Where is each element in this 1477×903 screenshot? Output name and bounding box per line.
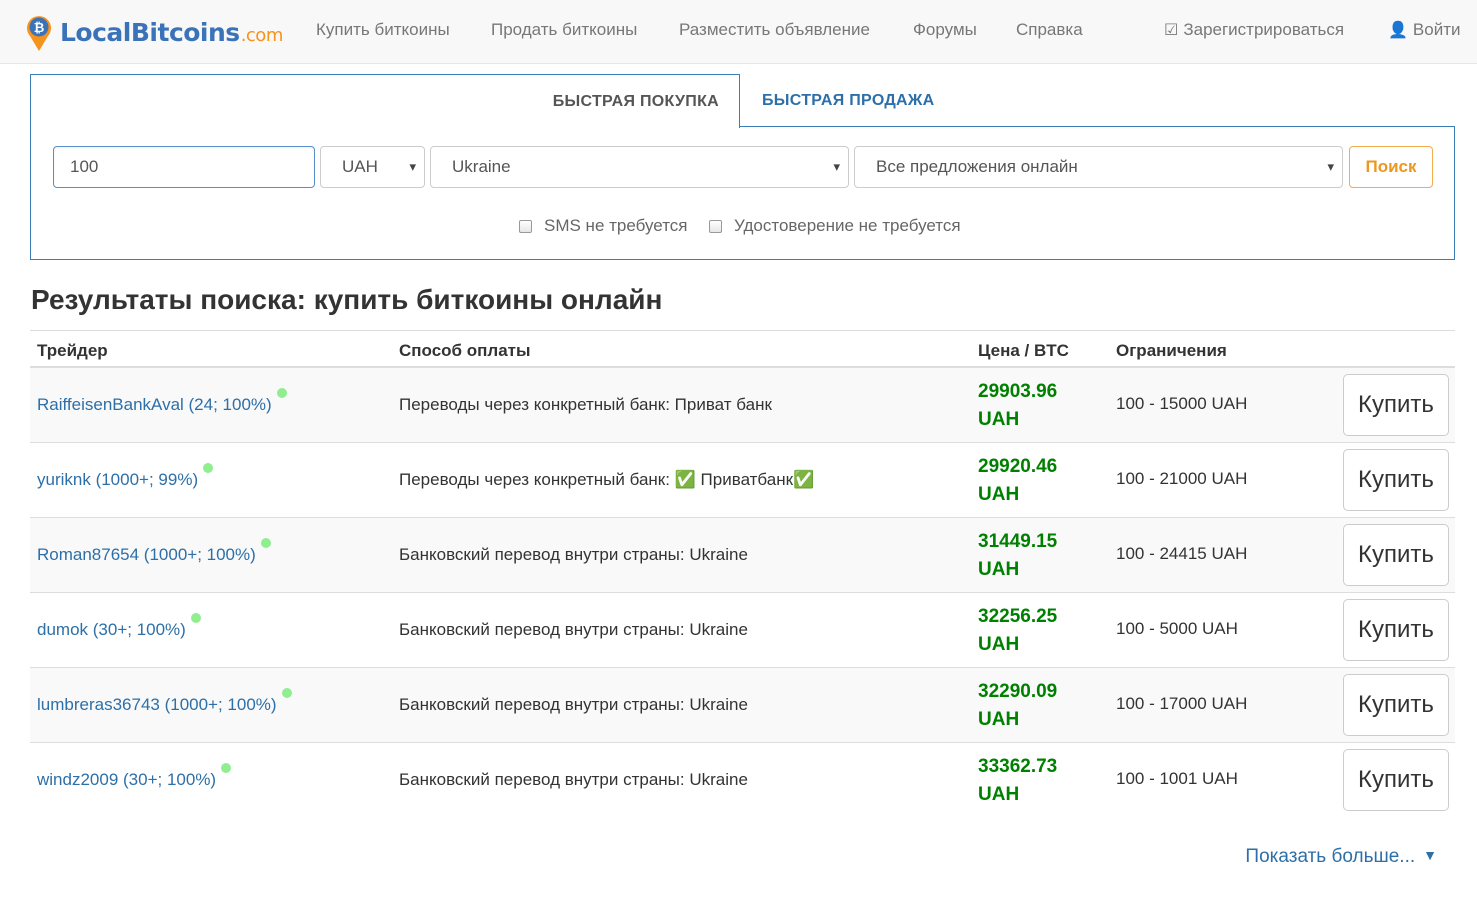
limits: 100 - 21000 UAH <box>1116 469 1248 488</box>
price: 32256.25 UAH <box>978 606 1058 655</box>
table-row: dumok (30+; 100%) Банковский перевод вну… <box>30 593 1455 668</box>
nav-forums[interactable]: Форумы <box>913 20 977 40</box>
payment-method: Банковский перевод внутри страны: Ukrain… <box>399 620 748 639</box>
currency-select[interactable]: UAH <box>320 146 425 188</box>
table-row: yuriknk (1000+; 99%) Переводы через конк… <box>30 443 1455 518</box>
table-row: RaiffeisenBankAval (24; 100%) Переводы ч… <box>30 368 1455 443</box>
trader-link[interactable]: Roman87654 (1000+; 100%) <box>37 538 271 565</box>
tab-quick-sell[interactable]: БЫСТРАЯ ПРОДАЖА <box>762 92 935 110</box>
nav-register[interactable]: ☑ Зарегистрироваться <box>1164 20 1344 40</box>
trader-link[interactable]: RaiffeisenBankAval (24; 100%) <box>37 388 287 415</box>
online-status-dot <box>260 538 271 548</box>
nav-login[interactable]: 👤 Войти <box>1388 20 1461 40</box>
nav-post-ad[interactable]: Разместить объявление <box>679 20 870 40</box>
nav-sell-bitcoins[interactable]: Продать биткоины <box>491 20 637 40</box>
payment-method: Банковский перевод внутри страны: Ukrain… <box>399 545 748 564</box>
online-status-dot <box>281 688 292 698</box>
online-status-dot <box>203 463 214 473</box>
payment-method-select[interactable]: Все предложения онлайн <box>854 146 1343 188</box>
table-row: windz2009 (30+; 100%) Банковский перевод… <box>30 743 1455 818</box>
limits: 100 - 5000 UAH <box>1116 619 1238 638</box>
nav-buy-bitcoins[interactable]: Купить биткоины <box>316 20 450 40</box>
table-row: lumbreras36743 (1000+; 100%) Банковский … <box>30 668 1455 743</box>
buy-button[interactable]: Купить <box>1343 674 1449 736</box>
show-more-link[interactable]: Показать больше... ▼ <box>1245 846 1437 868</box>
nav-help[interactable]: Справка <box>1016 20 1083 40</box>
results-table: Трейдер Способ оплаты Цена / BTC Огранич… <box>30 330 1455 818</box>
limits: 100 - 1001 UAH <box>1116 769 1238 788</box>
price: 29903.96 UAH <box>978 381 1058 430</box>
buy-button[interactable]: Купить <box>1343 449 1449 511</box>
limits: 100 - 24415 UAH <box>1116 544 1248 563</box>
payment-method: Переводы через конкретный банк: Приват б… <box>399 395 772 414</box>
sms-not-required-checkbox[interactable]: SMS не требуется <box>519 216 688 236</box>
tab-quick-buy[interactable]: БЫСТРАЯ ПОКУПКА <box>30 74 740 128</box>
logo[interactable]: ₿ LocalBitcoins.com <box>24 12 283 52</box>
search-button[interactable]: Поиск <box>1349 146 1433 188</box>
price: 29920.46 UAH <box>978 456 1058 505</box>
payment-method: Переводы через конкретный банк: ✅ Приват… <box>399 470 815 489</box>
amount-input[interactable]: 100 <box>53 146 315 188</box>
buy-button[interactable]: Купить <box>1343 749 1449 811</box>
payment-method: Банковский перевод внутри страны: Ukrain… <box>399 695 748 714</box>
online-status-dot <box>276 388 287 398</box>
buy-button[interactable]: Купить <box>1343 599 1449 661</box>
header-payment: Способ оплаты <box>399 341 531 360</box>
online-status-dot <box>190 613 201 623</box>
trader-link[interactable]: windz2009 (30+; 100%) <box>37 763 232 790</box>
price: 31449.15 UAH <box>978 531 1058 580</box>
price: 33362.73 UAH <box>978 756 1058 805</box>
buy-button[interactable]: Купить <box>1343 374 1449 436</box>
checkbox-edit-icon: ☑ <box>1164 22 1179 39</box>
table-row: Roman87654 (1000+; 100%) Банковский пере… <box>30 518 1455 593</box>
svg-text:₿: ₿ <box>34 21 45 36</box>
id-not-required-checkbox[interactable]: Удостоверение не требуется <box>709 216 961 236</box>
price: 32290.09 UAH <box>978 681 1058 730</box>
trader-link[interactable]: yuriknk (1000+; 99%) <box>37 463 214 490</box>
trader-link[interactable]: dumok (30+; 100%) <box>37 613 201 640</box>
buy-button[interactable]: Купить <box>1343 524 1449 586</box>
limits: 100 - 15000 UAH <box>1116 394 1248 413</box>
results-title: Результаты поиска: купить биткоины онлай… <box>31 284 663 315</box>
bitcoin-pin-icon: ₿ <box>27 16 51 52</box>
checkbox[interactable] <box>519 219 532 233</box>
trader-link[interactable]: lumbreras36743 (1000+; 100%) <box>37 688 292 715</box>
logo-text: LocalBitcoins.com <box>60 17 283 47</box>
navbar: ₿ LocalBitcoins.com Купить биткоины Прод… <box>0 0 1477 64</box>
header-trader: Трейдер <box>37 341 108 360</box>
caret-down-icon: ▼ <box>1423 847 1437 863</box>
header-price: Цена / BTC <box>978 341 1069 360</box>
online-status-dot <box>221 763 232 773</box>
user-icon: 👤 <box>1388 22 1408 39</box>
checkbox[interactable] <box>709 219 722 233</box>
header-limits: Ограничения <box>1116 341 1227 360</box>
limits: 100 - 17000 UAH <box>1116 694 1248 713</box>
table-header: Трейдер Способ оплаты Цена / BTC Огранич… <box>30 330 1455 368</box>
country-select[interactable]: Ukraine <box>430 146 849 188</box>
payment-method: Банковский перевод внутри страны: Ukrain… <box>399 770 748 789</box>
